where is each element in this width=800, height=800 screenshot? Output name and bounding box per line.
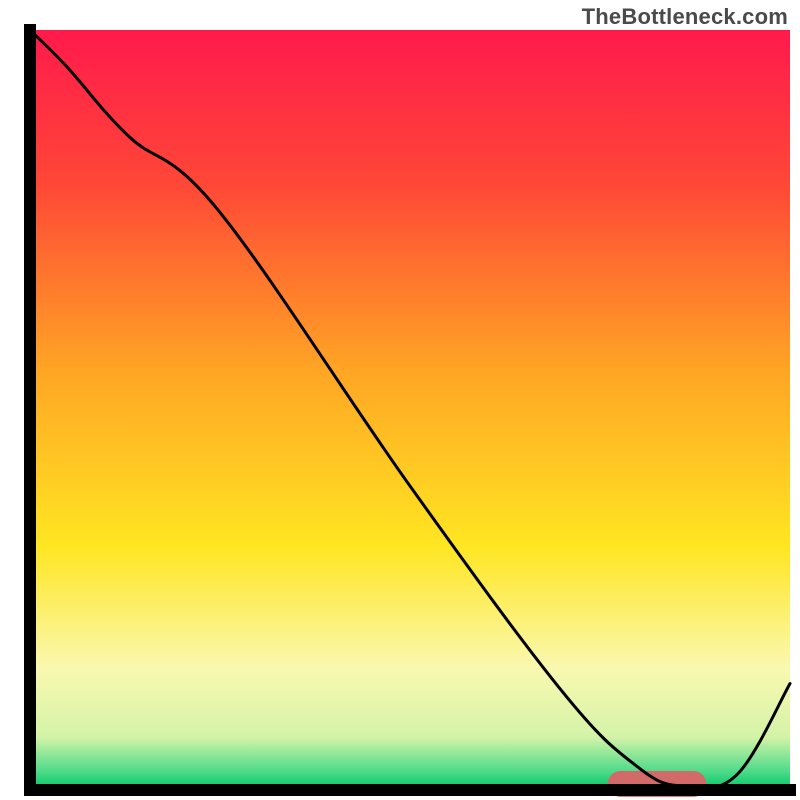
- gradient-background: [30, 30, 790, 790]
- watermark-text: TheBottleneck.com: [582, 4, 788, 30]
- bottleneck-chart: [0, 0, 800, 800]
- chart-container: TheBottleneck.com: [0, 0, 800, 800]
